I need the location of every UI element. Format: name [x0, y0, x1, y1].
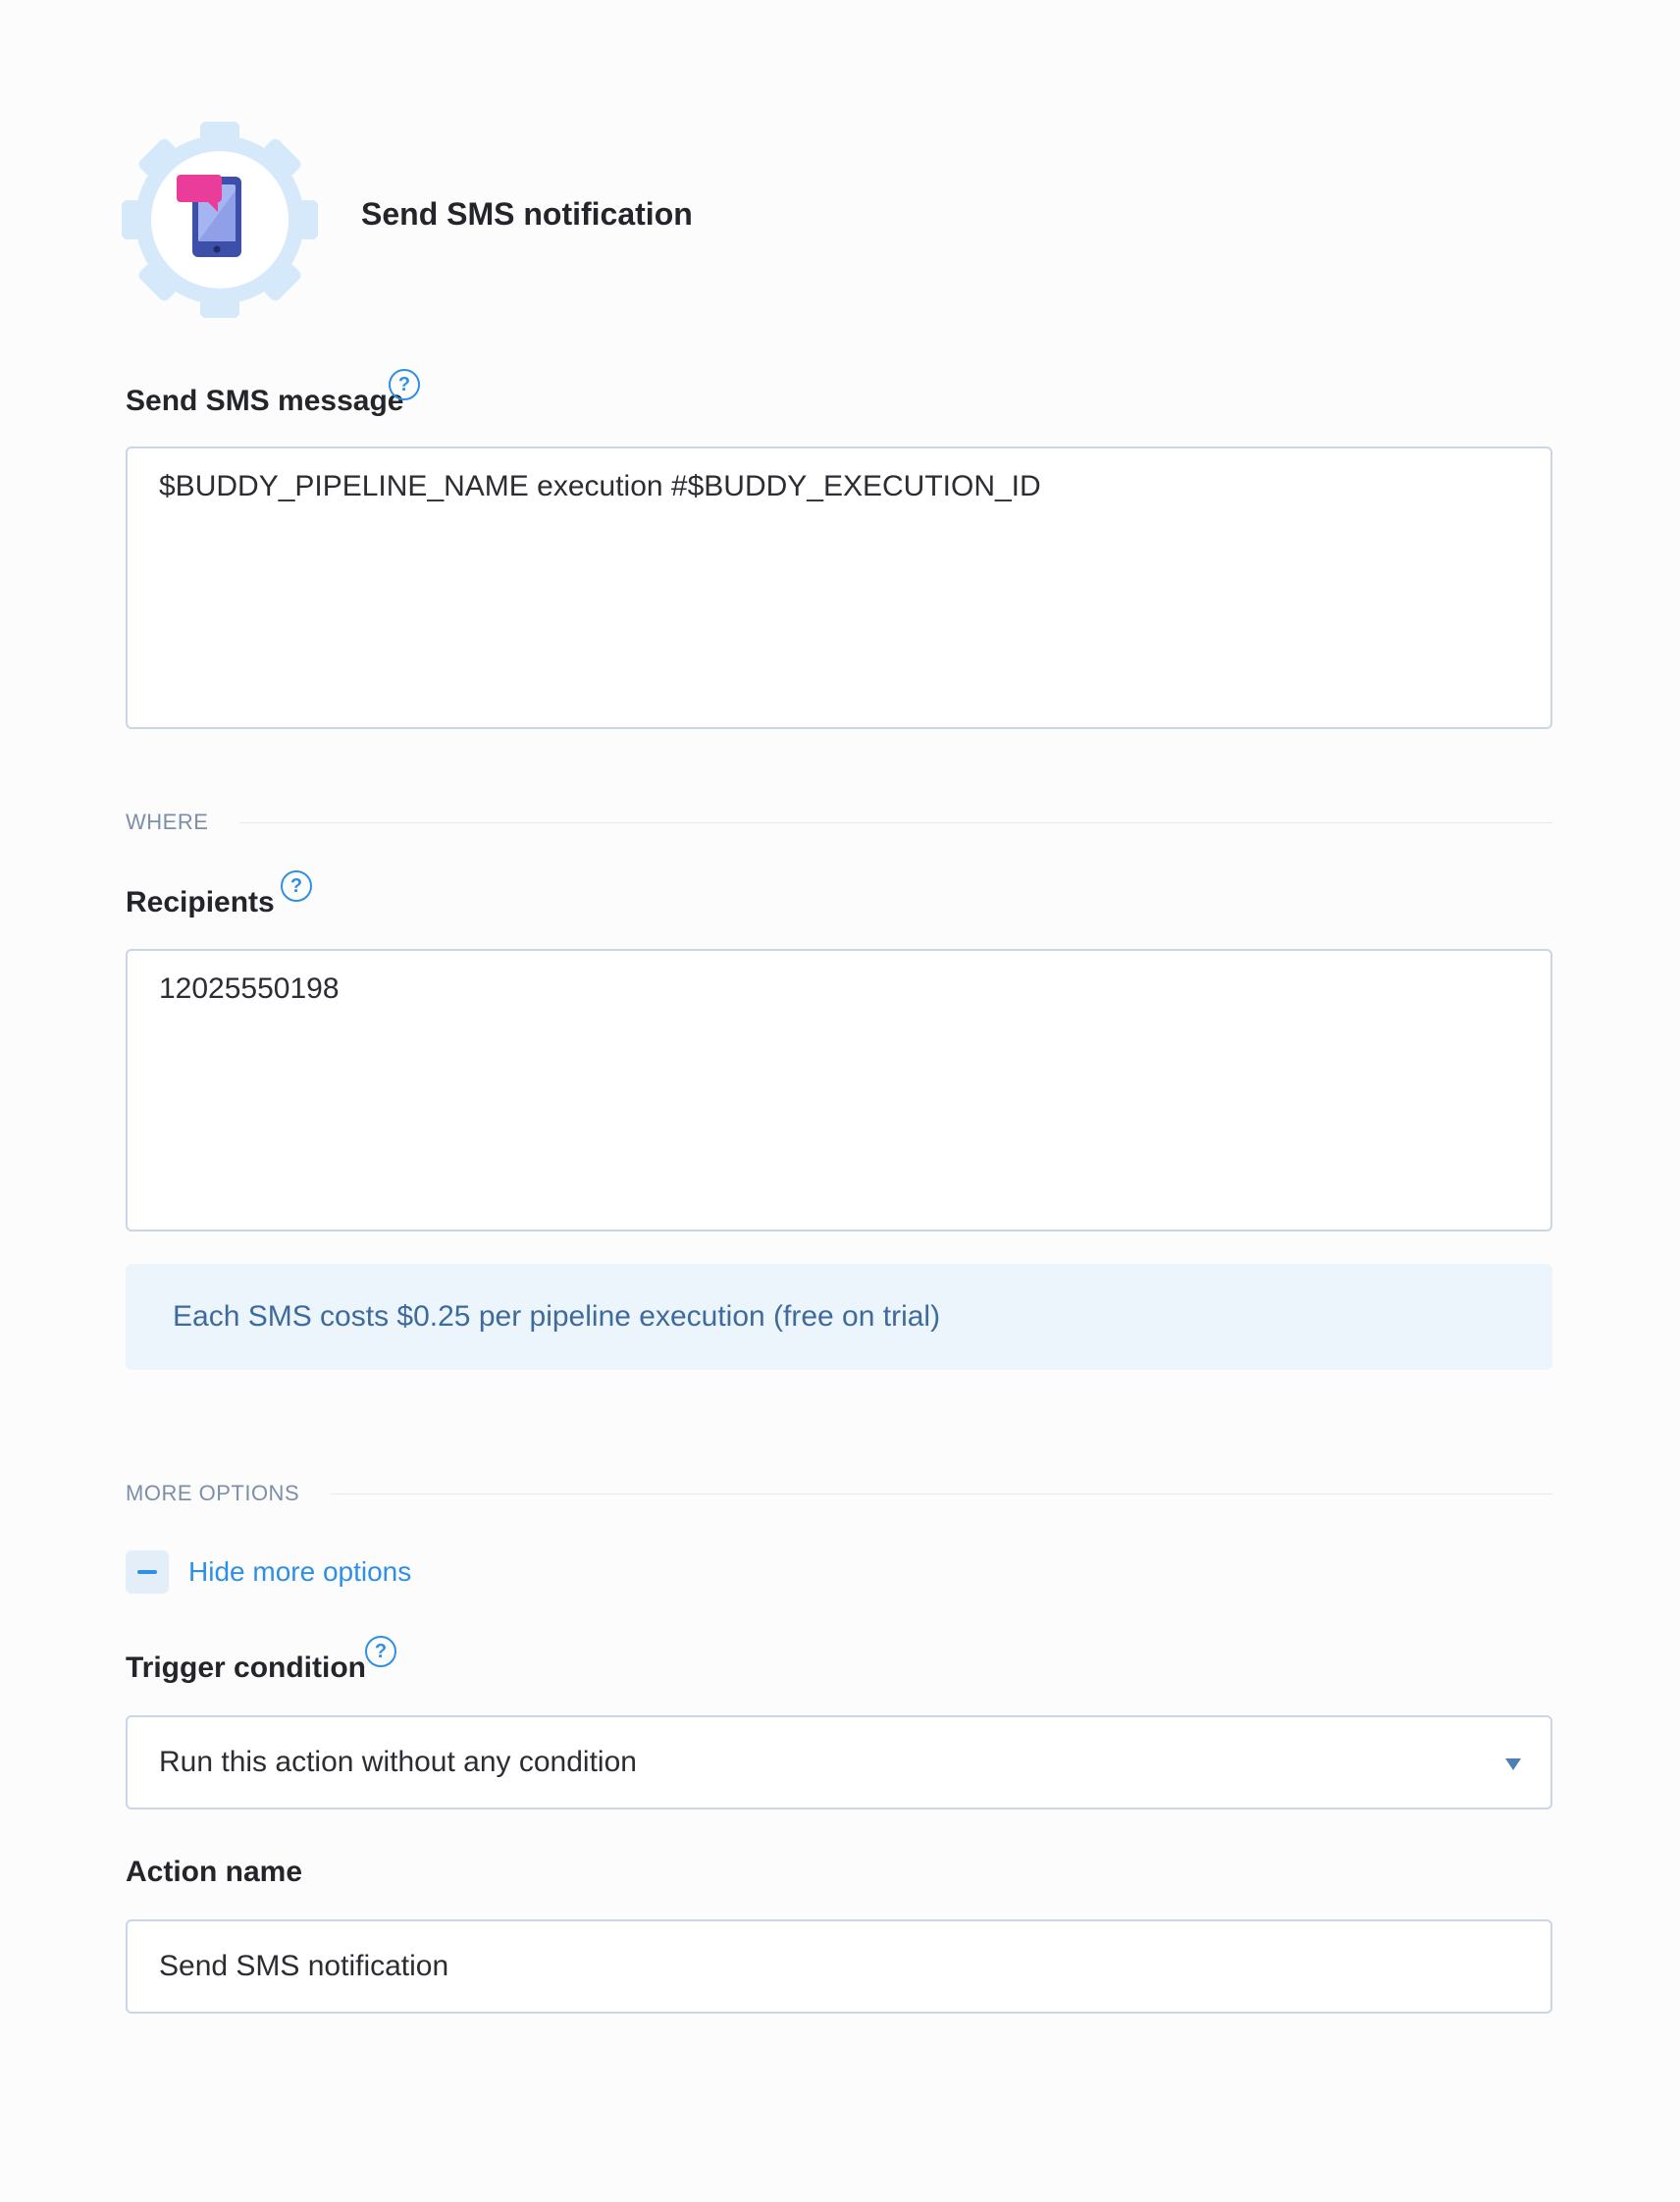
trigger-condition-select[interactable]: Run this action without any condition [126, 1715, 1552, 1809]
action-name-input[interactable]: Send SMS notification [126, 1919, 1552, 2014]
sms-message-label: Send SMS message [126, 385, 404, 417]
sms-message-textarea[interactable]: $BUDDY_PIPELINE_NAME execution #$BUDDY_E… [126, 446, 1552, 729]
action-settings-page: Send SMS notification Send SMS message ?… [0, 0, 1680, 2202]
trigger-condition-label: Trigger condition [126, 1652, 366, 1684]
action-title: Send SMS notification [361, 196, 693, 232]
more-options-heading-text: MORE OPTIONS [126, 1481, 300, 1505]
sms-cost-text: Each SMS costs $0.25 per pipeline execut… [173, 1300, 941, 1333]
sms-cost-info: Each SMS costs $0.25 per pipeline execut… [126, 1264, 1552, 1370]
collapse-icon[interactable] [126, 1550, 169, 1594]
help-icon[interactable]: ? [281, 870, 312, 902]
dropdown-arrow-icon [1505, 1758, 1521, 1770]
recipients-textarea[interactable]: 12025550198 [126, 949, 1552, 1232]
help-icon[interactable]: ? [365, 1636, 396, 1667]
help-icon[interactable]: ? [389, 369, 420, 400]
action-name-label: Action name [126, 1856, 303, 1888]
section-divider [239, 821, 1552, 823]
where-section-heading: WHERE [126, 808, 1552, 837]
more-options-section-heading: MORE OPTIONS [126, 1479, 1552, 1508]
where-heading-text: WHERE [126, 810, 209, 834]
sms-phone-icon [122, 122, 318, 318]
trigger-condition-value: Run this action without any condition [159, 1746, 637, 1778]
recipients-label: Recipients [126, 886, 275, 918]
hide-more-options-link[interactable]: Hide more options [188, 1556, 411, 1588]
action-name-value: Send SMS notification [159, 1950, 449, 1982]
